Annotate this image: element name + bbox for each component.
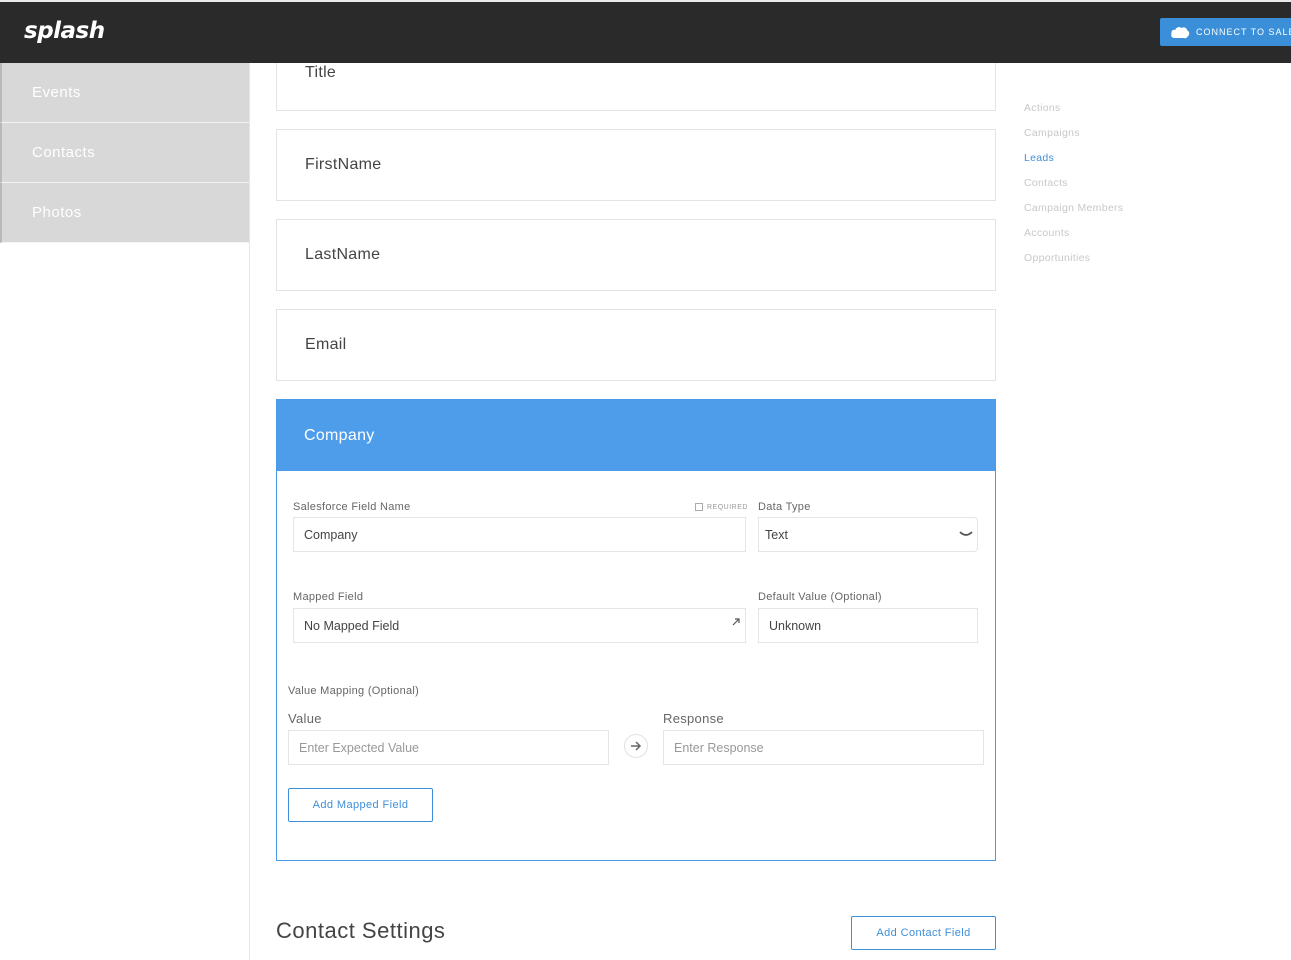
sidebar-item-contacts[interactable]: Contacts [0,123,249,183]
field-row-label: LastName [305,246,381,263]
salesforce-cloud-icon [1171,27,1190,39]
response-column-label: Response [663,711,724,726]
nav-item-campaigns[interactable]: Campaigns [1024,127,1123,152]
sidebar: Events Contacts Photos [0,63,250,960]
field-row-label: Title [305,64,337,81]
expected-value-input[interactable]: Enter Expected Value [288,730,609,765]
sidebar-item-label: Contacts [32,144,96,161]
arrow-right-icon [624,734,648,758]
field-row-title[interactable]: Title [276,63,996,111]
data-type-value: Text [765,527,788,542]
nav-item-accounts[interactable]: Accounts [1024,227,1123,252]
nav-item-campaign-members[interactable]: Campaign Members [1024,202,1123,227]
sidebar-item-events[interactable]: Events [0,63,249,123]
field-row-label: FirstName [305,156,382,173]
chevron-down-icon [959,531,973,536]
sf-field-name-value: Company [304,527,358,542]
sf-field-name-label: Salesforce Field Name [293,501,411,513]
external-link-icon[interactable] [731,617,741,627]
value-column-label: Value [288,711,322,726]
splash-logo[interactable]: splash [24,18,105,44]
checkbox-icon [695,503,703,511]
nav-item-opportunities[interactable]: Opportunities [1024,252,1123,277]
object-nav: Actions Campaigns Leads Contacts Campaig… [1024,102,1123,277]
connect-to-salesforce-button[interactable]: CONNECT TO SALES [1160,18,1291,46]
response-placeholder: Enter Response [674,740,764,755]
sidebar-item-photos[interactable]: Photos [0,183,249,243]
mapped-field-label: Mapped Field [293,591,364,603]
response-input[interactable]: Enter Response [663,730,984,765]
top-bar: splash CONNECT TO SALES [0,0,1291,63]
arrow-glyph [631,741,642,751]
required-checkbox[interactable]: REQUIRED [695,503,748,511]
sf-field-name-input[interactable]: Company [293,517,746,552]
value-mapping-label: Value Mapping (Optional) [288,685,420,697]
field-row-lastname[interactable]: LastName [276,219,996,291]
default-value-input[interactable]: Unknown [758,608,978,643]
company-field-panel: Company Salesforce Field Name REQUIRED C… [276,399,996,861]
field-row-firstname[interactable]: FirstName [276,129,996,201]
nav-item-leads[interactable]: Leads [1024,152,1123,177]
nav-item-actions[interactable]: Actions [1024,102,1123,127]
expected-value-placeholder: Enter Expected Value [299,740,419,755]
field-row-label: Email [305,336,347,353]
contact-settings-title: Contact Settings [276,918,446,943]
required-label: REQUIRED [707,503,748,511]
field-row-email[interactable]: Email [276,309,996,381]
default-value-value: Unknown [769,618,822,633]
sidebar-item-label: Events [32,84,81,101]
add-contact-field-button[interactable]: Add Contact Field [851,916,996,950]
data-type-select[interactable]: Text [758,517,978,552]
sidebar-item-label: Photos [32,204,82,221]
mapped-field-input[interactable]: No Mapped Field [293,608,746,643]
company-panel-header[interactable]: Company [277,400,995,471]
add-mapped-field-button[interactable]: Add Mapped Field [288,788,433,822]
nav-item-contacts[interactable]: Contacts [1024,177,1123,202]
default-value-label: Default Value (Optional) [758,591,882,603]
mapped-field-value: No Mapped Field [304,618,400,633]
data-type-label: Data Type [758,501,811,513]
connect-label: CONNECT TO SALES [1196,27,1291,37]
company-header-label: Company [304,426,375,444]
